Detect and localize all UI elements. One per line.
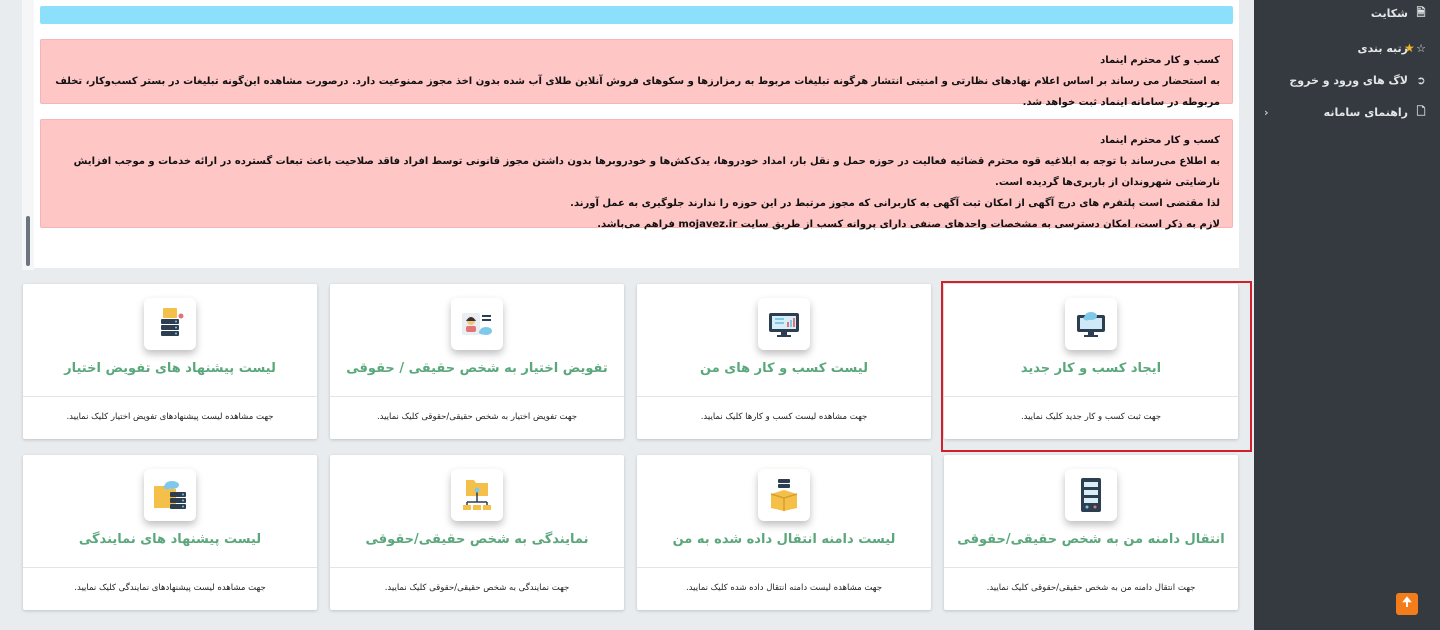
info-bar [40, 6, 1233, 24]
card-my-businesses[interactable]: لیست کسب و کار های من جهت مشاهده لیست کس… [637, 284, 931, 439]
scrollbar-thumb[interactable] [26, 216, 30, 266]
notice-panel: کسب و کار محترم اینماد به استحضار می رسا… [34, 0, 1239, 268]
folder-cloud-server-icon [144, 469, 196, 521]
card-divider [330, 567, 624, 568]
sidebar-item-label: رتبه بندی [1357, 41, 1408, 55]
arrow-up-icon: 🠉 [1401, 595, 1413, 610]
person-cloud-icon [451, 298, 503, 350]
sidebar-item-login-logs[interactable]: ➲ لاگ های ورود و خروج [1254, 64, 1440, 96]
card-transferred-domains[interactable]: لیست دامنه انتقال داده شده به من جهت مشا… [637, 455, 931, 610]
card-description: جهت تفویض اختیار به شخص حقیقی/حقوقی کلیک… [376, 412, 578, 422]
sidebar-item-rating[interactable]: ☆ رتبه بندی ★ [1254, 32, 1440, 64]
login-icon: ➲ [1416, 73, 1426, 87]
alert-title: کسب و کار محترم اینماد [1100, 55, 1220, 66]
card-title: تفویض اختیار به شخص حقیقی / حقوقی [346, 361, 608, 376]
card-divider [330, 396, 624, 397]
card-divider [23, 567, 317, 568]
alert-text: به اطلاع می‌رساند با توجه به ابلاغیه قوه… [73, 156, 1220, 188]
star-outline-icon: ☆ [1416, 41, 1426, 55]
box-server-icon [758, 469, 810, 521]
scroll-to-top-button[interactable]: 🠉 [1396, 593, 1418, 615]
alert-title: کسب و کار محترم اینماد [1100, 135, 1220, 146]
card-description: جهت مشاهده لیست پیشنهادهای تفویض اختیار … [66, 412, 274, 422]
selection-highlight [941, 281, 1252, 452]
card-delegate-authority[interactable]: تفویض اختیار به شخص حقیقی / حقوقی جهت تف… [330, 284, 624, 439]
server-folder-icon [144, 298, 196, 350]
card-representation[interactable]: نمایندگی به شخص حقیقی/حقوقی جهت نمایندگی… [330, 455, 624, 610]
sidebar-item-label: لاگ های ورود و خروج [1289, 73, 1408, 87]
alert-text: لازم به ذکر است، امکان دسترسی به مشخصات … [597, 219, 1220, 230]
sidebar-item-label: شکایت [1370, 6, 1408, 20]
alert-crypto-ads: کسب و کار محترم اینماد به استحضار می رسا… [40, 39, 1233, 108]
card-title: لیست کسب و کار های من [700, 361, 868, 376]
card-divider [637, 396, 931, 397]
card-representation-offers[interactable]: لیست پیشنهاد های نمایندگی جهت مشاهده لیس… [23, 455, 317, 610]
card-divider [23, 396, 317, 397]
sidebar-item-help[interactable]: 🗋 راهنمای سامانه ‹ [1254, 96, 1440, 128]
alert-towing-services: کسب و کار محترم اینماد به اطلاع می‌رساند… [40, 119, 1233, 230]
card-description: جهت انتقال دامنه من به شخص حقیقی/حقوقی ک… [986, 583, 1196, 593]
alert-text: به استحضار می رساند بر اساس اعلام نهادها… [55, 76, 1220, 108]
card-description: جهت مشاهده لیست پیشنهادهای نمایندگی کلیک… [74, 583, 266, 593]
card-transfer-domain[interactable]: انتقال دامنه من به شخص حقیقی/حقوقی جهت ا… [944, 455, 1238, 610]
card-title: لیست دامنه انتقال داده شده به من [672, 532, 896, 547]
monitor-chart-icon [758, 298, 810, 350]
sidebar-item-label: راهنمای سامانه [1323, 105, 1408, 119]
alert-text: لذا مقتضی است پلتفرم های درج آگهی از امک… [570, 198, 1220, 209]
card-title: نمایندگی به شخص حقیقی/حقوقی [365, 532, 589, 547]
server-rack-icon [1065, 469, 1117, 521]
chevron-left-icon: ‹ [1264, 105, 1269, 119]
card-title: لیست پیشنهاد های تفویض اختیار [64, 361, 276, 376]
card-description: جهت نمایندگی به شخص حقیقی/حقوقی کلیک نما… [384, 583, 570, 593]
folder-network-icon [451, 469, 503, 521]
card-title: انتقال دامنه من به شخص حقیقی/حقوقی [957, 532, 1225, 547]
file-icon: 🗎 [1416, 5, 1426, 19]
card-description: جهت مشاهده لیست کسب و کارها کلیک نمایید. [700, 412, 868, 422]
sidebar: 🗎 شکایت ☆ رتبه بندی ★ ➲ لاگ های ورود و خ… [1254, 0, 1440, 630]
card-divider [637, 567, 931, 568]
star-filled-icon: ★ [1404, 41, 1415, 55]
card-delegation-offers[interactable]: لیست پیشنهاد های تفویض اختیار جهت مشاهده… [23, 284, 317, 439]
panel-scrollbar[interactable] [22, 0, 34, 270]
card-title: لیست پیشنهاد های نمایندگی [78, 532, 262, 547]
card-divider [944, 567, 1238, 568]
card-description: جهت مشاهده لیست دامنه انتقال داده شده کل… [686, 583, 882, 593]
sidebar-item-complaint[interactable]: 🗎 شکایت [1254, 0, 1440, 26]
file-icon: 🗋 [1416, 104, 1426, 118]
